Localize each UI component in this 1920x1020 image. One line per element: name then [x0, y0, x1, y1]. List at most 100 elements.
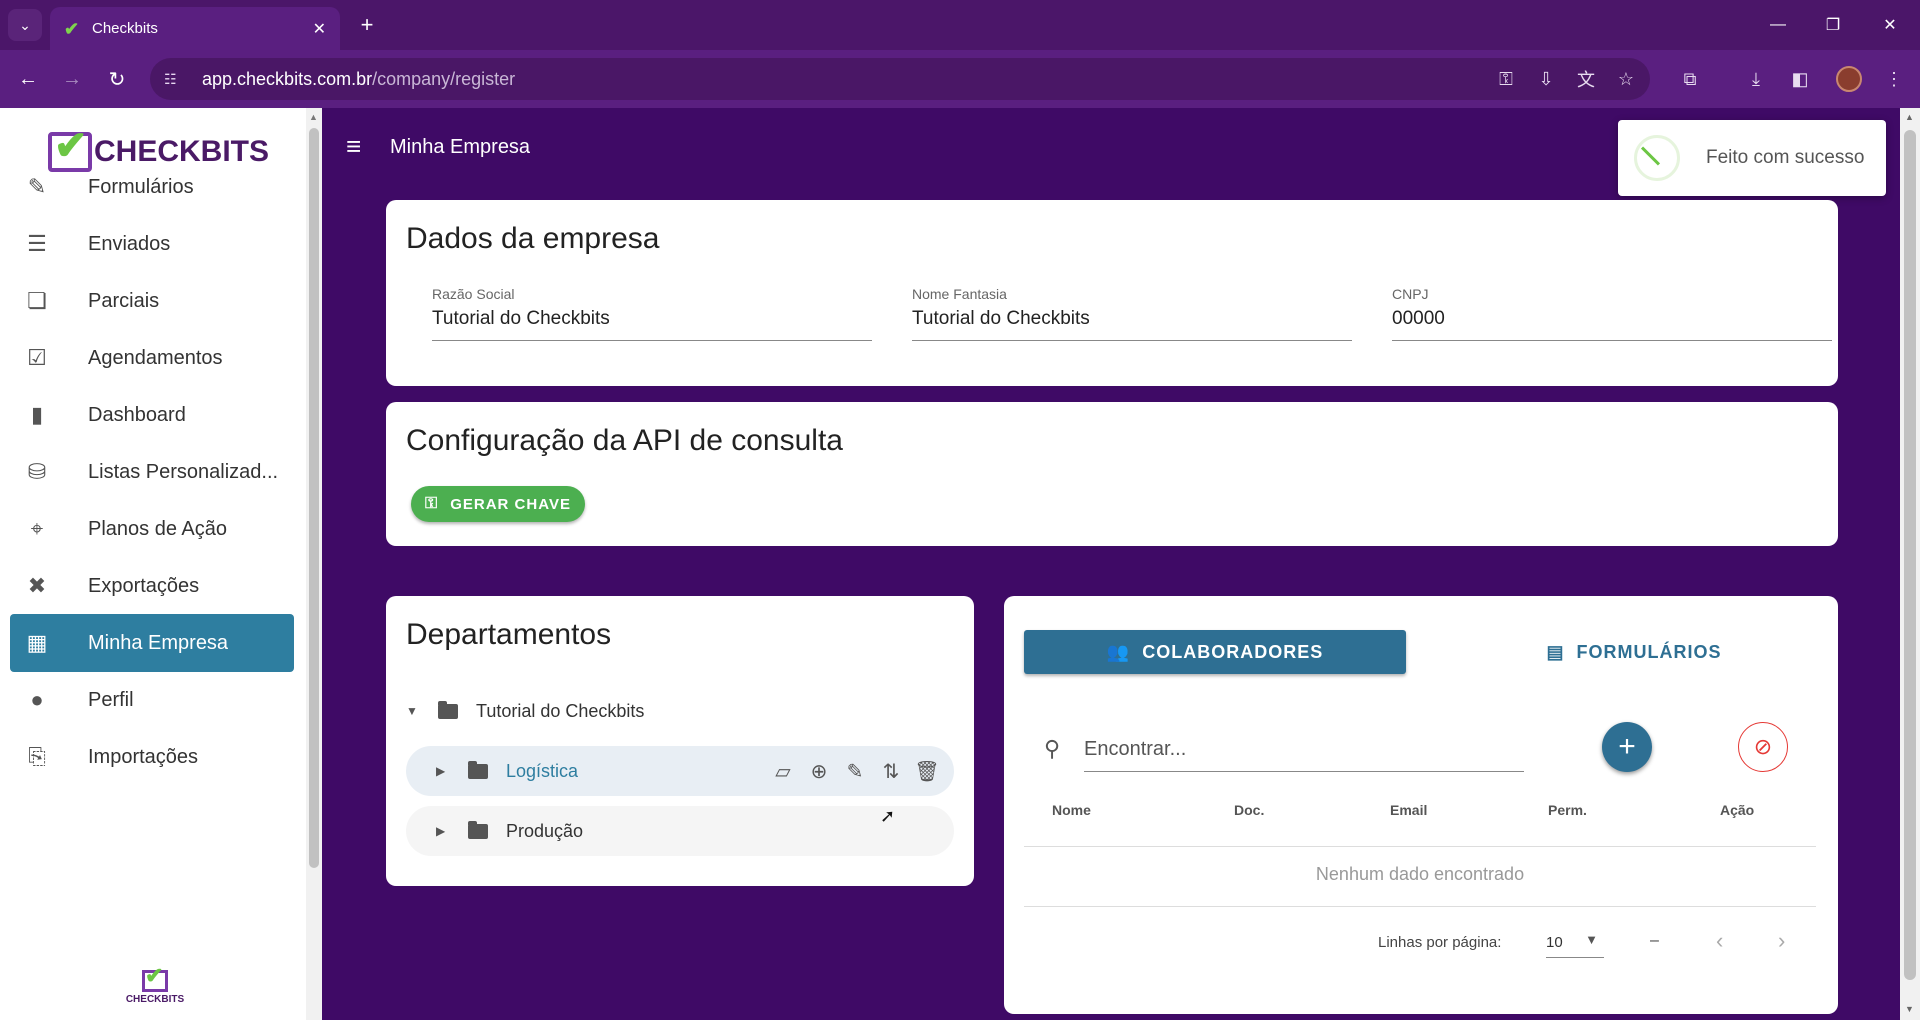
chevron-down-icon: ▼	[1585, 932, 1598, 947]
crosshair-icon: ⌖	[30, 516, 44, 541]
column-header-perm[interactable]: Perm.	[1548, 802, 1587, 818]
sidebar-item-planos-de-acao[interactable]: ⌖ Planos de Ação	[10, 500, 294, 558]
generate-key-button[interactable]: ⚿ GERAR CHAVE	[411, 486, 585, 522]
main-scroll-thumb[interactable]	[1904, 130, 1916, 980]
bar-chart-icon: ▮	[30, 402, 44, 427]
razao-social-field[interactable]: Razão Social Tutorial do Checkbits	[432, 286, 872, 341]
site-info-icon[interactable]: ☷	[164, 71, 186, 88]
sidebar: ✔ CHECKBITS ✎ Formulários ☰ Enviados ❏ P…	[0, 108, 322, 1020]
delete-icon[interactable]: 🗑	[914, 758, 940, 784]
column-header-nome[interactable]: Nome	[1052, 802, 1091, 818]
sidebar-item-agendamentos[interactable]: ☑ Agendamentos	[10, 329, 294, 387]
extensions-icon[interactable]: ⧉	[1678, 67, 1702, 91]
rows-per-page-value: 10	[1546, 934, 1563, 951]
column-header-email[interactable]: Email	[1390, 802, 1427, 818]
rows-per-page-select[interactable]: 10 ▼	[1546, 926, 1604, 958]
menu-kebab-icon[interactable]: ⋮	[1882, 67, 1906, 91]
sidebar-item-perfil[interactable]: ● Perfil	[10, 671, 294, 729]
sidebar-scroll-thumb[interactable]	[309, 128, 319, 868]
address-bar[interactable]: ☷ app.checkbits.com.br/company/register	[150, 58, 1650, 100]
sidebar-item-dashboard[interactable]: ▮ Dashboard	[10, 386, 294, 444]
group-icon: 👥	[1106, 641, 1131, 662]
table-divider	[1024, 846, 1816, 847]
search-input[interactable]: Encontrar...	[1084, 726, 1524, 772]
tab-search-button[interactable]: ⌄	[8, 9, 42, 41]
caret-right-icon[interactable]: ▶	[436, 764, 450, 778]
sidebar-item-label: Agendamentos	[88, 346, 223, 369]
reload-icon[interactable]: ↻	[101, 63, 133, 95]
minimize-button[interactable]: —	[1758, 10, 1798, 40]
building-icon: ▦	[26, 630, 48, 655]
download-icon[interactable]: ⤓	[1744, 67, 1768, 91]
sidebar-scrollbar[interactable]: ▲	[306, 108, 322, 1020]
next-page-icon[interactable]: ›	[1778, 928, 1785, 954]
bookmark-star-icon[interactable]: ☆	[1614, 67, 1638, 91]
tree-node-label: Logística	[506, 760, 579, 781]
password-key-icon[interactable]: ⚿	[1494, 67, 1518, 91]
side-panel-icon[interactable]: ◧	[1788, 67, 1812, 91]
tree-node-label: Produção	[506, 820, 584, 841]
page-range: –	[1650, 932, 1659, 949]
checkbits-small-logo: ✔ CHECKBITS	[0, 954, 310, 1020]
sidebar-item-minha-empresa[interactable]: ▦ Minha Empresa	[10, 614, 294, 672]
sidebar-item-exportacoes[interactable]: ✖ Exportações	[10, 557, 294, 615]
blocked-users-button[interactable]: ⊘	[1738, 722, 1788, 772]
sidebar-item-listas[interactable]: ⛁ Listas Personalizad...	[10, 443, 294, 501]
previous-page-icon[interactable]: ‹	[1716, 928, 1723, 954]
file-import-icon: ⎘	[28, 744, 46, 769]
cnpj-field[interactable]: CNPJ 00000	[1392, 286, 1832, 341]
translate-icon[interactable]: 文	[1574, 67, 1598, 91]
tree-node-logistica[interactable]: ▶ Logística ▱ ⊕ ✎ ⇅ 🗑	[406, 746, 954, 796]
main-scrollbar[interactable]: ▲ ▼	[1900, 108, 1920, 1020]
move-arrows-icon[interactable]: ⇅	[878, 758, 904, 784]
cnpj-input[interactable]: 00000	[1392, 308, 1832, 341]
search-icon: ⚲	[1044, 736, 1061, 761]
forward-arrow-icon[interactable]: →	[56, 63, 88, 95]
partial-docs-icon: ❏	[27, 288, 47, 313]
sidebar-item-label: Dashboard	[88, 403, 186, 426]
card-title: Departamentos	[406, 618, 612, 651]
caret-down-icon[interactable]: ▼	[406, 704, 420, 718]
caret-right-icon[interactable]: ▶	[436, 824, 450, 838]
rename-icon[interactable]: ▱	[770, 758, 796, 784]
generate-key-label: GERAR CHAVE	[450, 495, 571, 513]
edit-circle-icon[interactable]: ✎	[842, 758, 868, 784]
profile-avatar[interactable]	[1836, 66, 1862, 92]
hamburger-menu-icon[interactable]: ≡	[346, 133, 372, 159]
browser-tab[interactable]: ✔ Checkbits ✕	[50, 7, 340, 50]
install-app-icon[interactable]: ⇩	[1534, 67, 1558, 91]
nome-fantasia-input[interactable]: Tutorial do Checkbits	[912, 308, 1352, 341]
window-close-button[interactable]: ✕	[1870, 10, 1910, 40]
column-header-doc[interactable]: Doc.	[1234, 802, 1264, 818]
razao-social-input[interactable]: Tutorial do Checkbits	[432, 308, 872, 341]
tree-node-producao[interactable]: ▶ Produção	[406, 806, 954, 856]
tree-node-root[interactable]: ▼ Tutorial do Checkbits	[406, 686, 954, 736]
calendar-check-icon: ☑	[27, 345, 47, 370]
sidebar-item-formularios[interactable]: ✎ Formulários	[10, 158, 294, 216]
sidebar-item-importacoes[interactable]: ⎘ Importações	[10, 728, 294, 786]
add-circle-icon[interactable]: ⊕	[806, 758, 832, 784]
sidebar-item-parciais[interactable]: ❏ Parciais	[10, 272, 294, 330]
restore-button[interactable]: ❐	[1813, 10, 1853, 40]
tab-formularios[interactable]: ▤ FORMULÁRIOS	[1504, 630, 1764, 674]
sidebar-item-enviados[interactable]: ☰ Enviados	[10, 215, 294, 273]
close-icon[interactable]: ✕	[313, 19, 326, 39]
nome-fantasia-field[interactable]: Nome Fantasia Tutorial do Checkbits	[912, 286, 1352, 341]
scroll-up-icon[interactable]: ▲	[309, 112, 318, 122]
form-icon: ✎	[27, 174, 47, 199]
back-arrow-icon[interactable]: ←	[12, 63, 44, 95]
tab-colaboradores[interactable]: 👥 COLABORADORES	[1024, 630, 1406, 674]
scroll-down-icon[interactable]: ▼	[1905, 1004, 1914, 1014]
scroll-up-icon[interactable]: ▲	[1905, 112, 1914, 122]
sidebar-item-label: Listas Personalizad...	[88, 460, 279, 483]
add-collaborator-button[interactable]: +	[1602, 722, 1652, 772]
person-icon: ●	[30, 687, 44, 712]
sidebar-item-label: Perfil	[88, 688, 134, 711]
new-tab-button[interactable]: +	[352, 10, 382, 40]
card-title: Configuração da API de consulta	[406, 424, 843, 457]
collaborators-card: 👥 COLABORADORES ▤ FORMULÁRIOS ⚲ Encontra…	[1004, 596, 1838, 1014]
search-field[interactable]: ⚲ Encontrar...	[1044, 726, 1524, 772]
tree-node-actions: ▱ ⊕ ✎ ⇅ 🗑	[770, 758, 940, 784]
url-path: /company/register	[372, 68, 516, 89]
field-label: CNPJ	[1392, 286, 1429, 302]
